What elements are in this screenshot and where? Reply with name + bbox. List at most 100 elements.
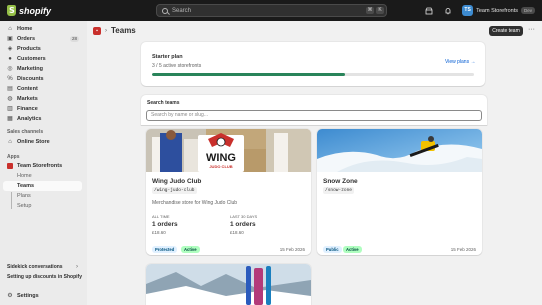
sidebar-item-online-store[interactable]: ⌂ Online Store [3, 137, 82, 147]
cmd-key: ⌘ [366, 7, 374, 14]
sidebar-item-discounts[interactable]: % Discounts [3, 74, 82, 84]
gear-icon: ⚙ [7, 293, 13, 299]
content-icon: ▤ [7, 86, 13, 92]
stat-all-time-label: ALL TIME [152, 214, 170, 219]
plan-subtitle: 3 / 5 active storefronts [152, 63, 202, 69]
sidebar-item-team-storefronts[interactable]: Team Storefronts [3, 161, 82, 171]
team-card-all-mountain[interactable]: All Mountain [146, 264, 311, 305]
stat-30-days-revenue: £18.60 [230, 230, 244, 235]
sidebar-item-orders[interactable]: ▣ Orders 28 [3, 34, 82, 44]
mountain-hero-svg: All Mountain [146, 264, 311, 305]
sidebar-subitem-label: Home [17, 173, 32, 179]
team-name: Snow Zone [323, 178, 358, 185]
search-teams-input[interactable]: Search by name or slug... [146, 110, 482, 121]
bell-icon-svg [445, 7, 450, 14]
sidebar-item-content[interactable]: ▤ Content [3, 84, 82, 94]
sidebar: ⌂ Home ▣ Orders 28 ◈ Products ● Customer… [0, 21, 87, 305]
create-team-button[interactable]: Create team [489, 26, 523, 36]
sidebar-item-marketing[interactable]: ◎ Marketing [3, 64, 82, 74]
page-title: Teams [111, 26, 136, 35]
person-icon: ● [8, 56, 12, 62]
sidebar-item-label: Home [17, 26, 33, 32]
sidebar-item-label: Analytics [17, 116, 42, 122]
stat-30-days-label: LAST 30 DAYS [230, 214, 258, 219]
sidebar-item-label: Online Store [17, 139, 50, 145]
k-key: K [376, 7, 384, 14]
top-bar: shopify Search ⌘ K TS Team Storefronts D… [0, 0, 542, 21]
team-card-snow-zone[interactable]: Snow Zone /snow-zone Public Active 15 Fe… [317, 129, 482, 255]
stat-all-time-orders: 1 orders [152, 221, 178, 228]
sidebar-subitem-label: Setup [17, 203, 32, 209]
team-date: 15 Feb 2026 [450, 247, 476, 252]
sidebar-subitem-setup[interactable]: Setup [3, 201, 82, 211]
plan-title: Starter plan [152, 54, 183, 60]
sidebar-item-customers[interactable]: ● Customers [3, 54, 82, 64]
sidebar-subitem-label: Plans [17, 193, 31, 199]
sidebar-subitem-plans[interactable]: Plans [3, 191, 82, 201]
store-switch-icon[interactable] [422, 4, 435, 17]
orders-icon: ▣ [7, 36, 13, 42]
store-icon-svg [425, 7, 432, 14]
sidebar-item-products[interactable]: ◈ Products [3, 44, 82, 54]
shopify-logo[interactable]: shopify [7, 5, 51, 16]
wing-logo-text: WING [206, 152, 236, 164]
sidebar-item-label: Markets [17, 96, 38, 102]
home-icon: ⌂ [8, 26, 12, 32]
sidebar-item-home[interactable]: ⌂ Home [3, 24, 82, 34]
plan-progress-fill [152, 73, 346, 76]
tag-icon: ◈ [7, 46, 13, 52]
search-icon [162, 7, 168, 14]
team-name: Wing Judo Club [152, 178, 202, 185]
team-hero-image: WING JUDO CLUB [146, 129, 311, 172]
team-card-wing-judo-club[interactable]: WING JUDO CLUB Wing Judo Club /wing-judo… [146, 129, 311, 255]
search-teams-label: Search teams [147, 100, 180, 106]
sidebar-item-settings[interactable]: ⚙ Settings [3, 291, 82, 301]
sidebar-item-analytics[interactable]: ▦ Analytics [3, 114, 82, 124]
sidebar-item-label: Setting up discounts in Shopify [7, 274, 82, 280]
sidebar-subitem-teams[interactable]: Teams [3, 181, 82, 191]
main-content: ▪ › Teams Create team ··· Starter plan 3… [87, 21, 542, 305]
wing-logo-subtext: JUDO CLUB [209, 164, 232, 169]
breadcrumb-chevron-icon: › [105, 27, 107, 34]
public-badge: Public [323, 246, 342, 253]
global-search-input[interactable]: Search ⌘ K [156, 4, 387, 17]
sidebar-sidekick-conversations[interactable]: Sidekick conversations › [3, 262, 82, 272]
active-badge: Active [343, 246, 362, 253]
stat-30-days-orders: 1 orders [230, 221, 256, 228]
app-icon [7, 163, 13, 169]
sidebar-item-label: Orders [17, 36, 36, 42]
store-menu[interactable]: TS Team Storefronts Dev [460, 5, 537, 16]
search-teams-card: Search teams Search by name or slug... [141, 95, 487, 125]
sidebar-item-label: Products [17, 46, 41, 52]
sidebar-item-label: Marketing [17, 66, 43, 72]
hero-caption: All Mountain [152, 296, 194, 303]
dev-badge: Dev [520, 7, 535, 14]
plan-progress-bar [152, 73, 474, 76]
sidebar-item-label: Finance [17, 106, 38, 112]
snow-hero-svg [317, 129, 482, 172]
sidebar-item-finance[interactable]: ▥ Finance [3, 104, 82, 114]
view-plans-link[interactable]: View plans → [445, 59, 475, 65]
store-avatar: TS [462, 5, 474, 16]
judo-hero-svg: WING JUDO CLUB [146, 129, 311, 172]
bell-icon[interactable] [441, 4, 454, 17]
search-placeholder: Search [172, 7, 192, 14]
sidebar-item-label: Customers [17, 56, 46, 62]
more-actions-button[interactable]: ··· [526, 26, 537, 36]
sidebar-item-markets[interactable]: ◍ Markets [3, 94, 82, 104]
sidebar-item-label: Settings [17, 293, 39, 299]
sidebar-subitem-home[interactable]: Home [3, 171, 82, 181]
team-date: 15 Feb 2026 [279, 247, 305, 252]
plan-card: Starter plan 3 / 5 active storefronts Vi… [141, 42, 485, 86]
sidebar-item-label: Sidekick conversations [7, 264, 63, 270]
apps-label[interactable]: Apps [7, 154, 20, 160]
sidebar-setup-discounts[interactable]: Setting up discounts in Shopify [3, 272, 82, 282]
logo-text: shopify [19, 5, 52, 16]
chart-icon: ▦ [7, 116, 13, 122]
app-logo-icon: ▪ [93, 26, 101, 35]
orders-count-badge: 28 [69, 36, 79, 42]
stat-all-time-revenue: £18.60 [152, 230, 166, 235]
bank-icon: ▥ [7, 106, 13, 112]
store-icon: ⌂ [8, 139, 12, 145]
sales-channels-label[interactable]: Sales channels [7, 129, 43, 135]
